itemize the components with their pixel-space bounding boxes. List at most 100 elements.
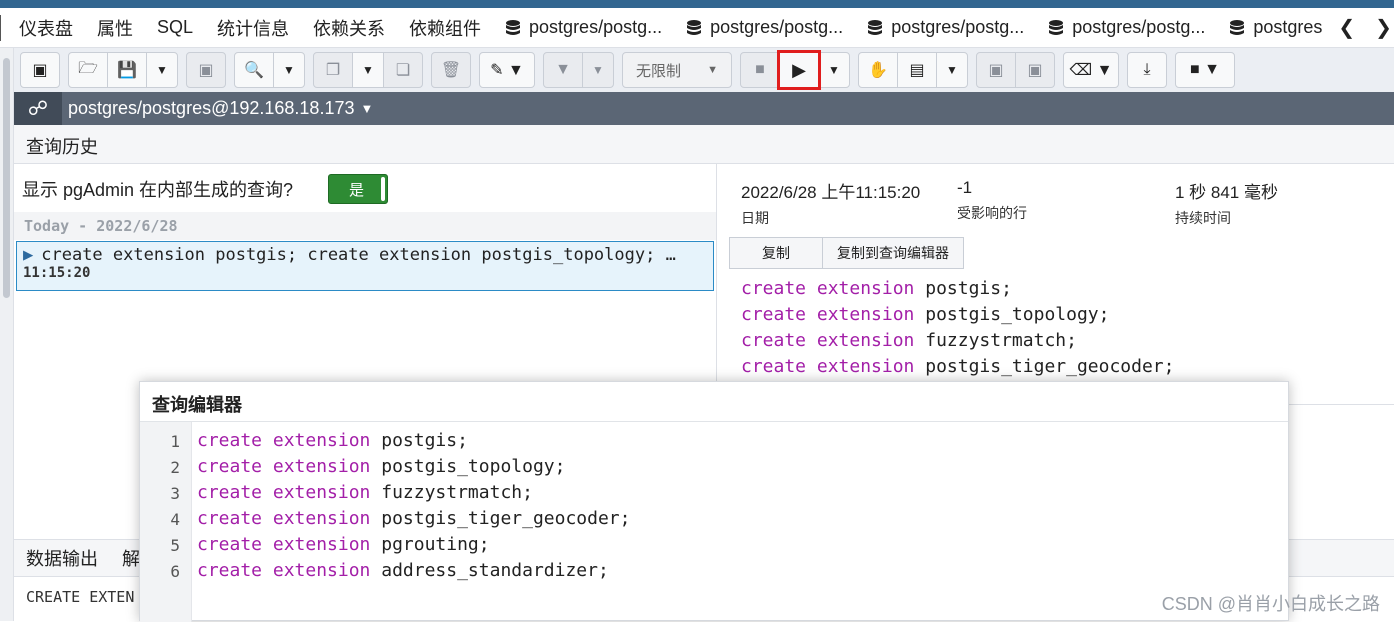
commit-button[interactable]: ▣ <box>976 52 1016 88</box>
copy-button-group: 复制 复制到查询编辑器 <box>729 237 964 269</box>
commit-icon: ▣ <box>988 62 1004 79</box>
copy-dropdown[interactable]: ▼ <box>352 52 384 88</box>
line-number: 3 <box>170 484 180 503</box>
macros-button[interactable]: ■ ▼ <box>1175 52 1235 88</box>
chevron-down-icon[interactable]: ▼ <box>360 101 373 116</box>
toggle-knob <box>381 177 385 201</box>
tab-query-3[interactable]: postgres/postg... <box>855 8 1036 48</box>
explain-analyze-button[interactable]: ▤ <box>897 52 937 88</box>
left-scrollbar[interactable] <box>0 48 14 621</box>
tab-label: 仪表盘 <box>19 18 73 39</box>
rollback-icon: ▣ <box>1027 62 1043 79</box>
tab-query-1[interactable]: postgres/postg... <box>493 8 674 48</box>
clear-icon: ⌫ ▼ <box>1069 62 1113 79</box>
code-line[interactable]: create extension postgis_topology; <box>197 456 565 477</box>
database-button[interactable]: ▣ <box>20 52 60 88</box>
save-dropdown[interactable]: ▼ <box>146 52 178 88</box>
tab-query-5[interactable]: postgres <box>1217 8 1326 48</box>
code-keyword: create extension <box>197 508 371 529</box>
code-text: postgis; <box>381 430 468 451</box>
tab-statistics[interactable]: 统计信息 <box>205 8 301 48</box>
tab-properties[interactable]: 属性 <box>85 8 145 48</box>
find-button[interactable]: 🔍 <box>234 52 274 88</box>
row-limit-select[interactable]: 无限制 ▼ <box>622 52 732 88</box>
database-icon <box>687 19 702 35</box>
line-number: 2 <box>170 458 180 477</box>
execute-icon: ▶ <box>792 59 806 80</box>
chevron-right-icon[interactable]: ❯ <box>1367 15 1394 40</box>
tab-label: 统计信息 <box>217 18 290 39</box>
show-internal-toggle[interactable]: 是 <box>328 174 388 204</box>
explain-dropdown[interactable]: ▼ <box>936 52 968 88</box>
execute-button[interactable]: ▶ <box>777 50 821 90</box>
code-text: postgis_topology; <box>381 456 566 477</box>
stop-button[interactable]: ■ <box>740 52 780 88</box>
connection-label[interactable]: postgres/postgres@192.168.18.173 <box>62 98 354 119</box>
delete-button[interactable]: 🗑 <box>431 52 471 88</box>
macros-icon: ■ ▼ <box>1190 61 1220 78</box>
history-group-header: Today - 2022/6/28 <box>14 212 716 240</box>
tab-query-2[interactable]: postgres/postg... <box>674 8 855 48</box>
code-line[interactable]: create extension postgis_tiger_geocoder; <box>197 508 630 529</box>
rollback-button[interactable]: ▣ <box>1015 52 1055 88</box>
chevron-left-icon[interactable]: ❮ <box>1330 15 1363 40</box>
rows-label: 受影响的行 <box>957 205 1027 221</box>
chevron-down-icon: ▼ <box>283 63 295 77</box>
filter-button[interactable]: ▼ <box>543 52 583 88</box>
explain-icon: ✋ <box>868 62 888 79</box>
save-button[interactable]: 💾 <box>107 52 147 88</box>
copy-button[interactable]: ❐ <box>313 52 353 88</box>
query-editor-title: 查询编辑器 <box>140 382 1288 422</box>
tab-dashboard[interactable]: 仪表盘 <box>7 8 85 48</box>
tab-label: postgres/postg... <box>710 17 844 37</box>
execute-dropdown[interactable]: ▼ <box>818 52 850 88</box>
code-line[interactable]: create extension address_standardizer; <box>197 560 609 581</box>
code-line[interactable]: create extension pgrouting; <box>197 534 490 555</box>
paste-button[interactable]: ❏ <box>383 52 423 88</box>
rows-value: -1 <box>957 178 973 197</box>
download-button[interactable]: ⤓ <box>1127 52 1167 88</box>
open-file-icon: 🗁 <box>78 59 98 77</box>
filter-dropdown[interactable]: ▼ <box>582 52 614 88</box>
tab-query-4[interactable]: postgres/postg... <box>1036 8 1217 48</box>
code-line: create extension postgis_tiger_geocoder; <box>741 354 1174 380</box>
code-keyword: create extension <box>741 304 915 325</box>
database-icon <box>1049 19 1064 35</box>
tab-label: 依赖组件 <box>409 18 482 39</box>
history-item[interactable]: ▶ create extension postgis; create extens… <box>16 241 714 291</box>
find-dropdown[interactable]: ▼ <box>273 52 305 88</box>
code-keyword: create extension <box>197 560 371 581</box>
tab-dependencies[interactable]: 依赖关系 <box>301 8 397 48</box>
tab-data-output[interactable]: 数据输出 <box>26 545 98 571</box>
scrollbar-thumb[interactable] <box>3 58 10 298</box>
history-item-query: create extension postgis; create extensi… <box>41 245 676 265</box>
database-icon <box>868 19 883 35</box>
stop-icon: ■ <box>755 61 765 78</box>
code-text: pgrouting; <box>381 534 490 555</box>
connection-status-icon[interactable]: ☍ <box>14 92 62 125</box>
tab-sql[interactable]: SQL <box>145 8 205 48</box>
clear-button[interactable]: ⌫ ▼ <box>1063 52 1119 88</box>
code-line: create extension postgis_topology; <box>741 302 1174 328</box>
copy-to-editor-button[interactable]: 复制到查询编辑器 <box>822 237 964 269</box>
tab-label: postgres/postg... <box>529 17 663 37</box>
code-keyword: create extension <box>197 534 371 555</box>
code-keyword: create extension <box>197 430 371 451</box>
tab-label: 依赖关系 <box>313 18 386 39</box>
show-internal-label: 显示 pgAdmin 在内部生成的查询? <box>22 180 294 200</box>
duration-meta: 1 秒 841 毫秒 持续时间 <box>1175 178 1278 228</box>
line-number-gutter: 1 2 3 4 5 6 <box>140 422 192 622</box>
copy-button[interactable]: 复制 <box>729 237 823 269</box>
tab-explain[interactable]: 解 <box>122 545 140 571</box>
query-toolbar: ▣ 🗁 💾 ▼ ▣ 🔍 ▼ ❐ ▼ ❏ 🗑 ✎ ▼ ▼ ▼ 无限制 ▼ ■ ▶ ▼… <box>14 48 1394 92</box>
history-item-time: 11:15:20 <box>23 265 91 281</box>
explain-button[interactable]: ✋ <box>858 52 898 88</box>
code-line[interactable]: create extension fuzzystrmatch; <box>197 482 533 503</box>
edit-button[interactable]: ✎ ▼ <box>479 52 535 88</box>
open-file-button[interactable]: 🗁 <box>68 52 108 88</box>
save-data-button[interactable]: ▣ <box>186 52 226 88</box>
code-line[interactable]: create extension postgis; <box>197 430 468 451</box>
code-text: postgis; <box>925 278 1012 299</box>
tab-dependents[interactable]: 依赖组件 <box>397 8 493 48</box>
code-keyword: create extension <box>197 482 371 503</box>
